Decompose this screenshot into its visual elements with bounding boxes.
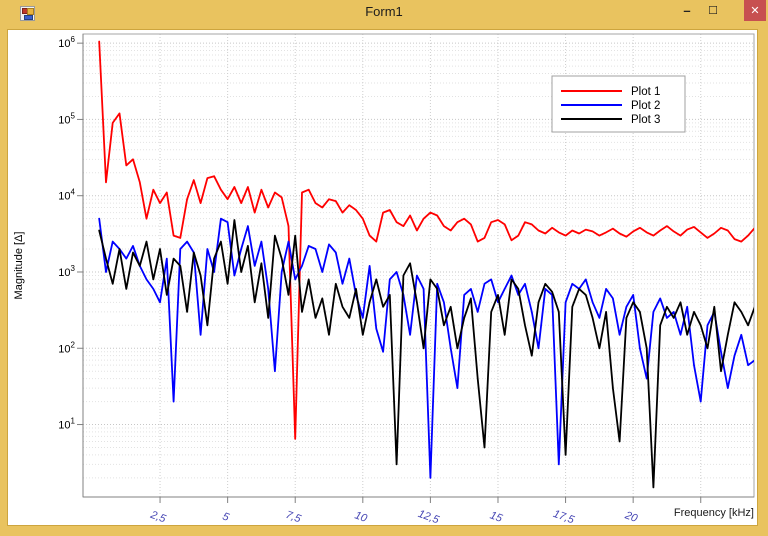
svg-text:103: 103	[58, 264, 75, 279]
svg-text:106: 106	[58, 35, 75, 50]
svg-text:17,5: 17,5	[551, 508, 576, 525]
svg-text:12,5: 12,5	[416, 508, 441, 525]
svg-text:104: 104	[58, 188, 75, 203]
svg-text:102: 102	[58, 340, 75, 355]
maximize-button[interactable]: ☐	[700, 0, 726, 21]
legend-label: Plot 1	[631, 86, 660, 98]
svg-text:105: 105	[58, 111, 75, 126]
close-icon: ✕	[750, 4, 759, 17]
svg-text:101: 101	[58, 417, 75, 432]
legend-label: Plot 2	[631, 100, 660, 112]
svg-text:10: 10	[353, 509, 369, 525]
chart-area: 101 102 103 104 105 106 2,5 5 7,5 10 12,5 15 17,5 20 P…	[8, 30, 757, 525]
svg-text:5: 5	[221, 510, 232, 524]
close-button[interactable]: ✕	[744, 0, 766, 21]
svg-text:7,5: 7,5	[284, 509, 303, 525]
legend-label: Plot 3	[631, 114, 660, 126]
svg-text:2,5: 2,5	[148, 509, 168, 525]
minimize-icon: –	[683, 3, 690, 18]
svg-text:20: 20	[622, 509, 639, 525]
x-axis-title: Frequency [kHz]	[674, 507, 754, 519]
window: Form1 – ☐ ✕ 1011021031041051062,557,5101…	[0, 0, 768, 536]
title-bar[interactable]: Form1 – ☐ ✕	[0, 0, 768, 30]
svg-text:15: 15	[488, 509, 504, 525]
window-title: Form1	[0, 0, 768, 24]
minimize-button[interactable]: –	[674, 0, 700, 21]
maximize-icon: ☐	[708, 4, 718, 17]
y-axis-title: Magnitude [Δ]	[13, 232, 25, 300]
chart-canvas: 101 102 103 104 105 106 2,5 5 7,5 10 12,5 15 17,5 20 P…	[8, 30, 757, 525]
